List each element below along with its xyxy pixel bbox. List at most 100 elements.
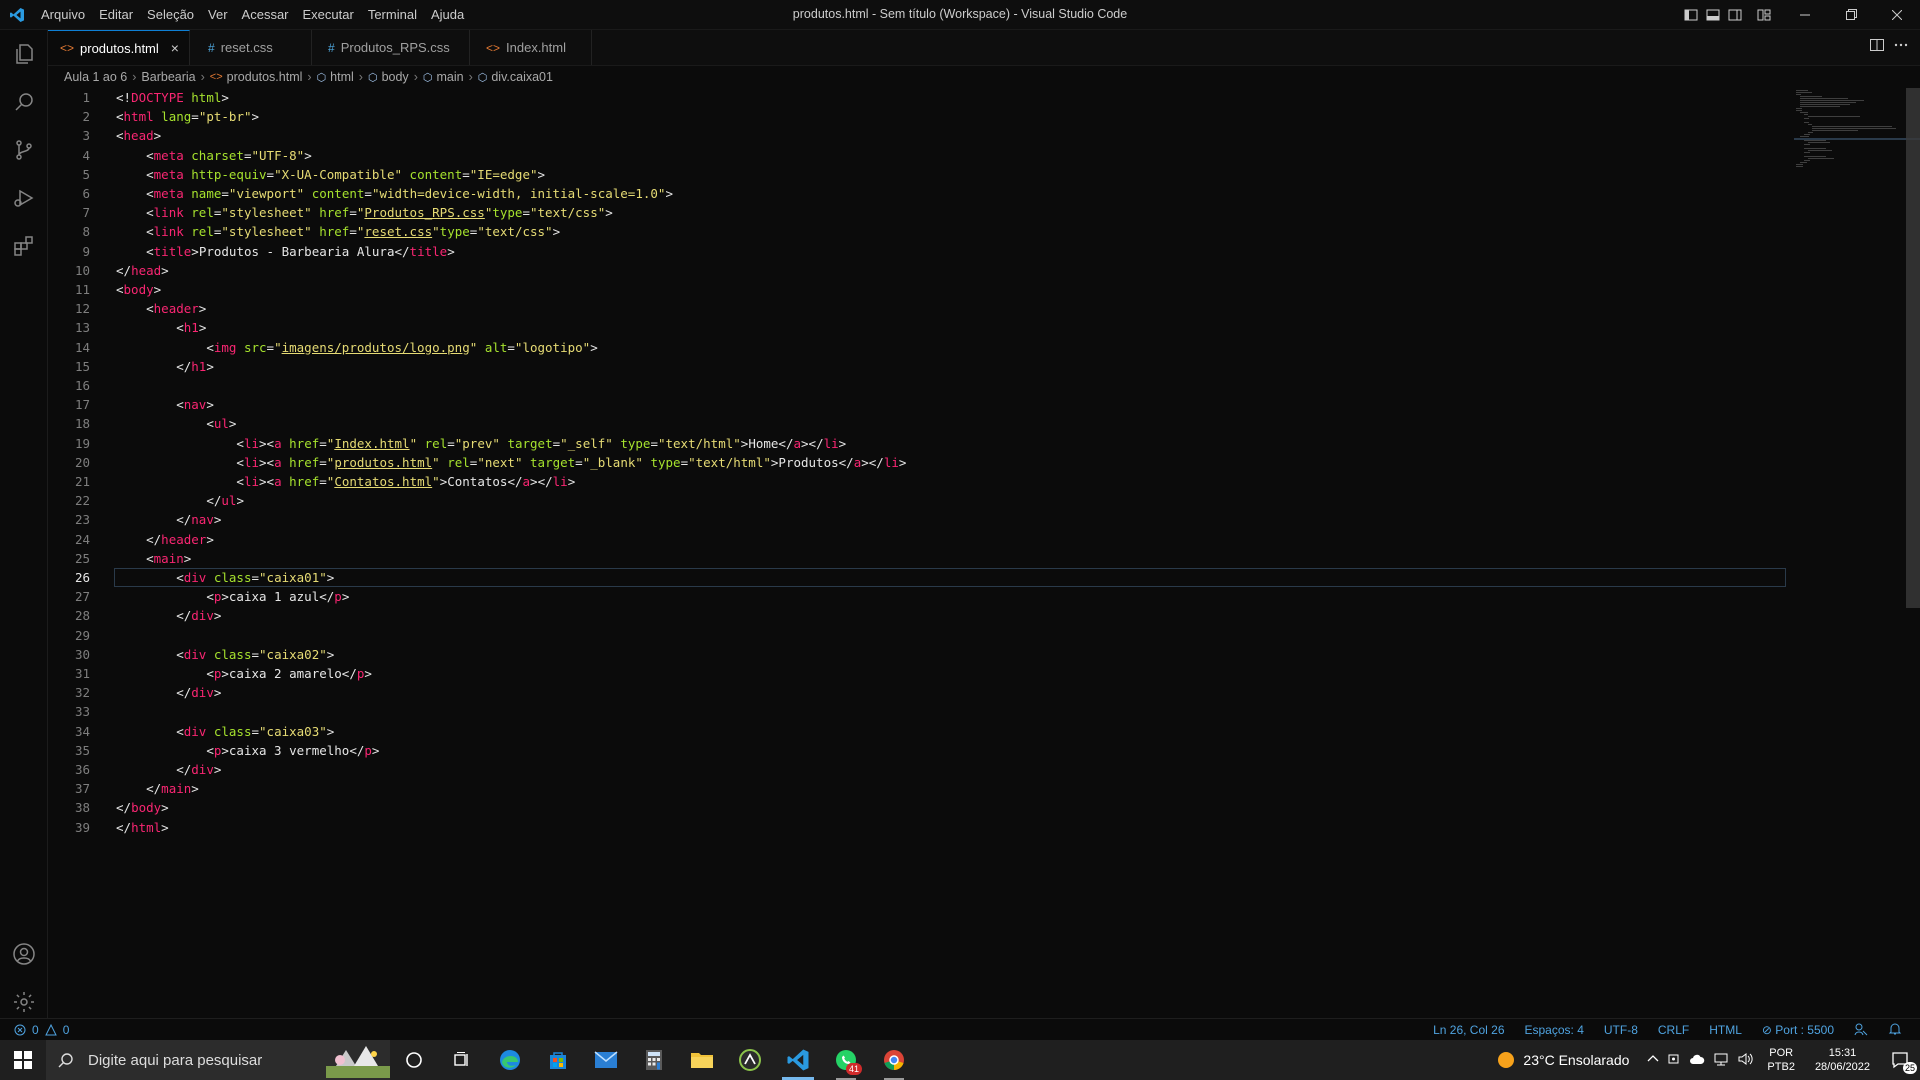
code-line[interactable]: 2 <html lang="pt-br"> <box>48 107 1788 126</box>
code-line[interactable]: 8 <link rel="stylesheet" href="reset.css… <box>48 222 1788 241</box>
code-line[interactable]: 13 <h1> <box>48 318 1788 337</box>
android-studio-icon[interactable] <box>726 1040 774 1080</box>
code-line[interactable]: 23 </nav> <box>48 510 1788 529</box>
code-line[interactable]: 39 </html> <box>48 818 1788 837</box>
end-of-line[interactable]: CRLF <box>1658 1023 1689 1037</box>
restore-button[interactable] <box>1828 0 1874 29</box>
code-line[interactable]: 37 </main> <box>48 779 1788 798</box>
explorer-icon[interactable] <box>0 30 47 78</box>
weather-widget[interactable]: 23°C Ensolarado <box>1497 1051 1629 1069</box>
vertical-scrollbar[interactable] <box>1906 88 1920 608</box>
close-tab-icon[interactable]: × <box>171 40 179 56</box>
notifications-bell-icon[interactable] <box>1888 1022 1902 1039</box>
code-line[interactable]: 27 <p>caixa 1 azul</p> <box>48 587 1788 606</box>
toggle-secondary-sidebar-icon[interactable] <box>1724 0 1746 29</box>
tab-produtos-rps-css[interactable]: # Produtos_RPS.css <box>312 30 470 65</box>
code-line[interactable]: 35 <p>caixa 3 vermelho</p> <box>48 741 1788 760</box>
whatsapp-icon[interactable]: 41 <box>822 1040 870 1080</box>
onedrive-cloud-icon[interactable] <box>1689 1053 1705 1068</box>
code-line[interactable]: 31 <p>caixa 2 amarelo</p> <box>48 664 1788 683</box>
code-line[interactable]: 15 </h1> <box>48 357 1788 376</box>
menu-arquivo[interactable]: Arquivo <box>34 0 92 29</box>
code-line[interactable]: 25 <main> <box>48 549 1788 568</box>
volume-icon[interactable] <box>1737 1052 1754 1069</box>
search-icon[interactable] <box>0 78 47 126</box>
menu-selecao[interactable]: Seleção <box>140 0 201 29</box>
indentation[interactable]: Espaços: 4 <box>1525 1023 1584 1037</box>
more-actions-icon[interactable] <box>1894 38 1908 57</box>
code-line[interactable]: 33 <box>48 702 1788 721</box>
menu-editar[interactable]: Editar <box>92 0 140 29</box>
network-icon[interactable] <box>1713 1052 1729 1069</box>
breadcrumb-item[interactable]: Aula 1 ao 6 <box>64 70 127 84</box>
live-server-port[interactable]: ⊘ Port : 5500 <box>1762 1023 1834 1037</box>
code-line[interactable]: 36 </div> <box>48 760 1788 779</box>
menu-ajuda[interactable]: Ajuda <box>424 0 471 29</box>
breadcrumb-item[interactable]: body <box>382 70 409 84</box>
file-explorer-icon[interactable] <box>678 1040 726 1080</box>
input-language[interactable]: POR PTB2 <box>1767 1046 1795 1074</box>
code-line[interactable]: 29 <box>48 626 1788 645</box>
task-view-icon[interactable] <box>438 1040 486 1080</box>
code-line[interactable]: 20 <li><a href="produtos.html" rel="next… <box>48 453 1788 472</box>
code-editor[interactable]: 1 <!DOCTYPE html> 2 <html lang="pt-br"> 3 <he… <box>48 88 1920 1018</box>
menu-executar[interactable]: Executar <box>296 0 361 29</box>
accounts-icon[interactable] <box>0 930 47 978</box>
code-line[interactable]: 32 </div> <box>48 683 1788 702</box>
breadcrumb-item[interactable]: produtos.html <box>227 70 303 84</box>
breadcrumb-item[interactable]: div.caixa01 <box>491 70 553 84</box>
toggle-panel-icon[interactable] <box>1702 0 1724 29</box>
menu-ver[interactable]: Ver <box>201 0 235 29</box>
code-line[interactable]: 38 </body> <box>48 798 1788 817</box>
encoding[interactable]: UTF-8 <box>1604 1023 1638 1037</box>
code-line[interactable]: 28 </div> <box>48 606 1788 625</box>
edge-browser-icon[interactable] <box>486 1040 534 1080</box>
code-line[interactable]: 24 </header> <box>48 530 1788 549</box>
code-line[interactable]: 26 <div class="caixa01"> <box>48 568 1788 587</box>
code-line[interactable]: 14 <img src="imagens/produtos/logo.png" … <box>48 338 1788 357</box>
code-line[interactable]: 34 <div class="caixa03"> <box>48 722 1788 741</box>
mail-icon[interactable] <box>582 1040 630 1080</box>
code-line[interactable]: 18 <ul> <box>48 414 1788 433</box>
code-line[interactable]: 16 <box>48 376 1788 395</box>
extensions-icon[interactable] <box>0 222 47 270</box>
code-line[interactable]: 5 <meta http-equiv="X-UA-Compatible" con… <box>48 165 1788 184</box>
problems-indicator[interactable]: 0 0 <box>0 1023 69 1037</box>
feedback-icon[interactable] <box>1854 1022 1868 1039</box>
microsoft-store-icon[interactable] <box>534 1040 582 1080</box>
tab-produtos-html[interactable]: <> produtos.html × <box>48 30 190 65</box>
code-line[interactable]: 6 <meta name="viewport" content="width=d… <box>48 184 1788 203</box>
breadcrumb-item[interactable]: main <box>436 70 463 84</box>
code-line[interactable]: 22 </ul> <box>48 491 1788 510</box>
meet-now-icon[interactable] <box>1667 1052 1681 1069</box>
chevron-up-icon[interactable] <box>1647 1053 1659 1068</box>
code-line[interactable]: 10 </head> <box>48 261 1788 280</box>
source-control-icon[interactable] <box>0 126 47 174</box>
code-line[interactable]: 9 <title>Produtos - Barbearia Alura</tit… <box>48 242 1788 261</box>
action-center-icon[interactable]: 25 <box>1880 1040 1920 1080</box>
code-line[interactable]: 3 <head> <box>48 126 1788 145</box>
code-line[interactable]: 17 <nav> <box>48 395 1788 414</box>
cursor-position[interactable]: Ln 26, Col 26 <box>1433 1023 1504 1037</box>
breadcrumb-item[interactable]: html <box>330 70 354 84</box>
taskbar-search-box[interactable]: Digite aqui para pesquisar <box>46 1040 390 1080</box>
code-line[interactable]: 4 <meta charset="UTF-8"> <box>48 146 1788 165</box>
minimize-button[interactable] <box>1782 0 1828 29</box>
minimap[interactable] <box>1794 88 1920 208</box>
toggle-primary-sidebar-icon[interactable] <box>1680 0 1702 29</box>
run-debug-icon[interactable] <box>0 174 47 222</box>
chrome-profile-icon[interactable] <box>870 1040 918 1080</box>
code-line[interactable]: 30 <div class="caixa02"> <box>48 645 1788 664</box>
language-mode[interactable]: HTML <box>1709 1023 1742 1037</box>
split-editor-icon[interactable] <box>1870 38 1884 57</box>
code-line[interactable]: 1 <!DOCTYPE html> <box>48 88 1788 107</box>
windows-start-icon[interactable] <box>0 1040 46 1080</box>
code-line[interactable]: 7 <link rel="stylesheet" href="Produtos_… <box>48 203 1788 222</box>
code-line[interactable]: 12 <header> <box>48 299 1788 318</box>
tab-reset-css[interactable]: # reset.css <box>190 30 312 65</box>
calculator-icon[interactable] <box>630 1040 678 1080</box>
menu-acessar[interactable]: Acessar <box>235 0 296 29</box>
menu-terminal[interactable]: Terminal <box>361 0 424 29</box>
vscode-taskbar-icon[interactable] <box>774 1040 822 1080</box>
customize-layout-icon[interactable] <box>1746 0 1782 29</box>
